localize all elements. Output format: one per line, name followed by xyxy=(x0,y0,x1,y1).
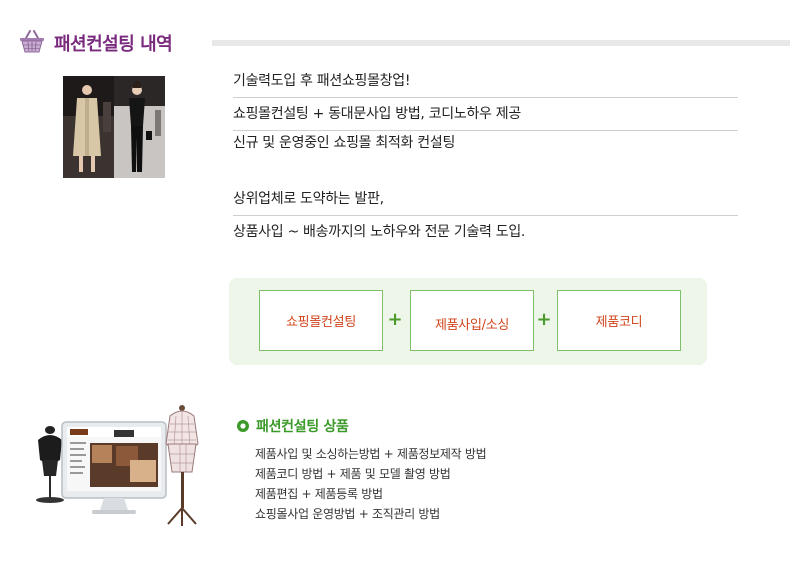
description-line: 상위업체로 도약하는 발판, xyxy=(233,183,738,216)
service-product-sourcing[interactable]: 제품사입/소싱 xyxy=(410,290,534,351)
mannequin-monitor-illustration xyxy=(36,405,199,526)
product-item: 쇼핑몰사업 운영방법 + 조직관리 방법 xyxy=(255,507,440,521)
description-line: 신규 및 운영중인 쇼핑몰 최적화 컨설팅 xyxy=(233,135,456,151)
product-heading: 패션컨설팅 상품 xyxy=(256,419,349,435)
plus-icon: + xyxy=(387,309,403,330)
service-panel: 쇼핑몰컨설팅 + 제품사입/소싱 + 제품코디 xyxy=(229,278,707,365)
service-shopping-consulting[interactable]: 쇼핑몰컨설팅 xyxy=(259,290,383,351)
service-product-coordination[interactable]: 제품코디 xyxy=(557,290,681,351)
circle-bullet-icon xyxy=(237,420,249,432)
page-title: 패션컨설팅 내역 xyxy=(54,34,173,55)
plus-icon: + xyxy=(536,309,552,330)
product-item: 제품코디 방법 + 제품 및 모델 촬영 방법 xyxy=(255,467,451,481)
fashion-runway-photo xyxy=(63,76,165,178)
basket-icon xyxy=(20,30,44,53)
description-line: 상품사입 ~ 배송까지의 노하우와 전문 기술력 도입. xyxy=(233,224,526,240)
header-divider xyxy=(212,40,790,46)
product-item: 제품사입 및 소싱하는방법 + 제품정보제작 방법 xyxy=(255,447,487,461)
product-item: 제품편집 + 제품등록 방법 xyxy=(255,487,383,501)
description-line: 기술력도입 후 패션쇼핑몰창업! xyxy=(233,65,738,98)
